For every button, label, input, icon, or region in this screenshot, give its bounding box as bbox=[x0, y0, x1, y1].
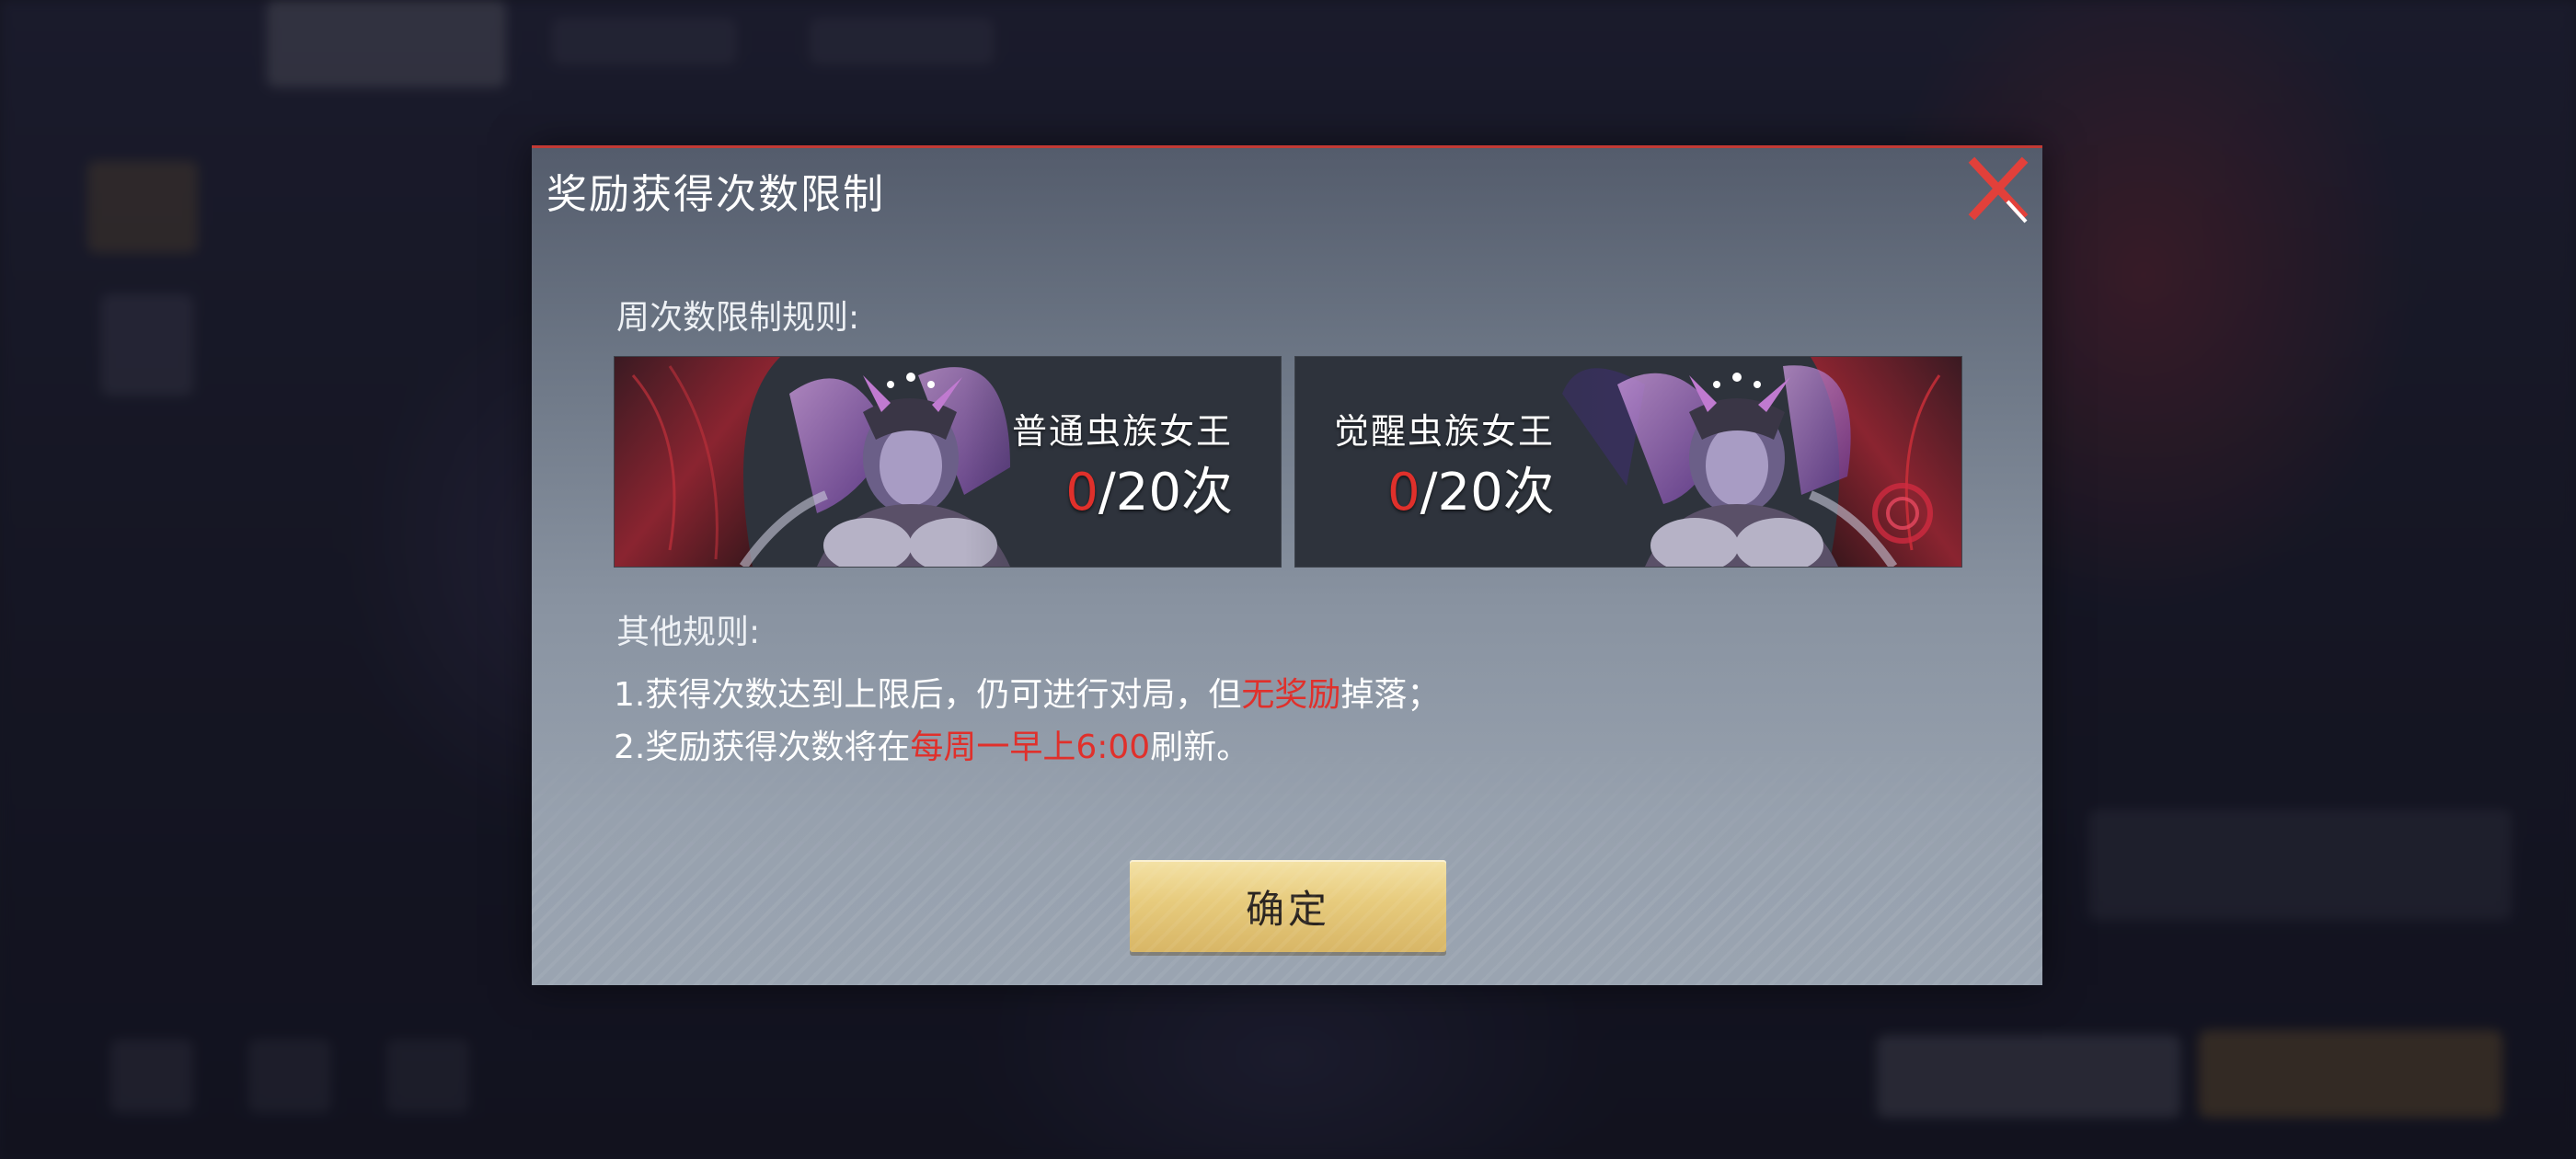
close-icon[interactable] bbox=[1967, 155, 2037, 225]
rule-line-2: 2.奖励获得次数将在每周一早上6:00刷新。 bbox=[614, 720, 1249, 768]
rule-line-1: 1.获得次数达到上限后，仍可进行对局，但无奖励掉落； bbox=[614, 668, 1440, 716]
weekly-rules-label: 周次数限制规则: bbox=[616, 299, 860, 337]
other-rules-label: 其他规则: bbox=[616, 614, 761, 651]
rule-highlight: 每周一早上6:00 bbox=[910, 729, 1151, 766]
boss-banner-normal: 普通虫族女王 0/20次 bbox=[614, 356, 1282, 568]
count-limit: /20次 bbox=[1420, 463, 1555, 522]
count-limit: /20次 bbox=[1098, 463, 1233, 522]
rule-text: 刷新。 bbox=[1150, 729, 1250, 766]
boss-banner-awakened: 觉醒虫族女王 0/20次 bbox=[1294, 356, 1962, 568]
confirm-button[interactable]: 确定 bbox=[1130, 860, 1446, 952]
boss-reward-count: 0/20次 bbox=[1387, 451, 1555, 525]
rule-text: 2.奖励获得次数将在 bbox=[614, 729, 911, 766]
current-count: 0 bbox=[1065, 463, 1098, 522]
rule-text: 掉落； bbox=[1340, 676, 1441, 714]
dialog-title: 奖励获得次数限制 bbox=[546, 171, 885, 218]
boss-name: 觉醒虫族女王 bbox=[1334, 411, 1556, 452]
current-count: 0 bbox=[1387, 463, 1420, 522]
boss-name: 普通虫族女王 bbox=[1011, 411, 1233, 452]
boss-reward-count: 0/20次 bbox=[1065, 451, 1233, 525]
rule-text: 1.获得次数达到上限后，仍可进行对局，但 bbox=[614, 676, 1242, 714]
rule-highlight: 无奖励 bbox=[1241, 676, 1341, 714]
reward-limit-dialog: 奖励获得次数限制 周次数限制规则: 普通虫族女王 0/20次 觉醒虫族女王 0/… bbox=[532, 145, 2042, 985]
